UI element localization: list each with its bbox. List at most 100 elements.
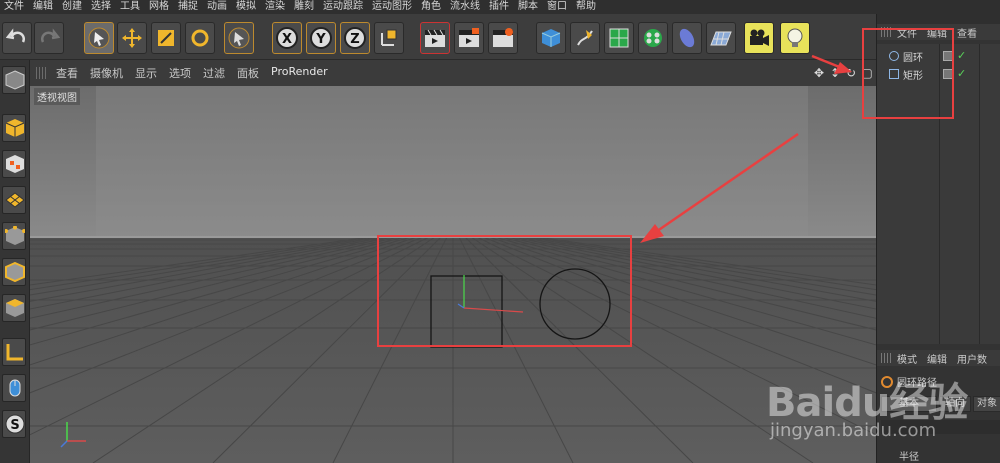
- axis-mode-button[interactable]: [2, 338, 26, 366]
- viewport-menu-item[interactable]: 过滤: [203, 65, 225, 81]
- edges-cube-icon: [5, 262, 25, 282]
- svg-text:X: X: [282, 32, 292, 47]
- bend-deformer-icon: [679, 28, 695, 48]
- camera-icon: [750, 29, 769, 46]
- move-tool[interactable]: [117, 22, 147, 54]
- model-mode-button[interactable]: [2, 114, 26, 142]
- menu-item[interactable]: 网格: [145, 0, 174, 14]
- polygons-mode-button[interactable]: [2, 294, 26, 322]
- menu-item[interactable]: 工具: [116, 0, 145, 14]
- live-select-tool[interactable]: [84, 22, 114, 54]
- camera-object-button[interactable]: [744, 22, 774, 54]
- deformer-button[interactable]: [672, 22, 702, 54]
- main-toolbar: X Y Z: [0, 14, 876, 60]
- menu-item[interactable]: 窗口: [543, 0, 572, 14]
- clapper-gear-icon: [493, 28, 513, 47]
- cursor-icon: [228, 27, 250, 49]
- undo-icon: [6, 28, 25, 43]
- menu-item[interactable]: 帮助: [572, 0, 601, 14]
- viewport-menu-item[interactable]: 显示: [135, 65, 157, 81]
- menu-item[interactable]: 渲染: [261, 0, 290, 14]
- render-settings-button[interactable]: [488, 22, 518, 54]
- rotate-view-icon[interactable]: ↻: [844, 66, 858, 80]
- render-view-button[interactable]: [420, 22, 450, 54]
- editable-mesh-icon: [5, 70, 25, 90]
- undo-button[interactable]: [2, 22, 32, 54]
- rotate-tool[interactable]: [185, 22, 215, 54]
- viewport-menu-item[interactable]: 选项: [169, 65, 191, 81]
- objects-menu-item[interactable]: 查看: [957, 25, 977, 40]
- menu-item[interactable]: 角色: [417, 0, 446, 14]
- viewport-menu-item[interactable]: ProRender: [271, 65, 328, 81]
- y-axis-icon: Y: [310, 27, 332, 49]
- pan-view-icon[interactable]: ✥: [812, 66, 826, 80]
- recent-tool[interactable]: [224, 22, 254, 54]
- rotate-icon: [191, 29, 209, 47]
- dolly-view-icon[interactable]: ↕: [828, 66, 842, 80]
- mouse-icon: [9, 379, 21, 397]
- model-cube-icon: [5, 119, 25, 137]
- safe-frame: [96, 86, 808, 239]
- coordinate-system-button[interactable]: [374, 22, 404, 54]
- menu-item[interactable]: 编辑: [29, 0, 58, 14]
- viewport-menu-item[interactable]: 摄像机: [90, 65, 123, 81]
- baidu-watermark: Baidu经验 jingyan.baidu.com: [756, 360, 996, 460]
- pen-icon: [577, 30, 593, 46]
- snap-s-icon: S: [5, 414, 25, 434]
- viewport-menu-item[interactable]: 面板: [237, 65, 259, 81]
- redo-button[interactable]: [34, 22, 64, 54]
- clapper-play-icon: [459, 28, 479, 47]
- tweak-mode-button[interactable]: [2, 374, 26, 402]
- cube-object-button[interactable]: [536, 22, 566, 54]
- light-bulb-icon: [787, 28, 803, 47]
- panel-grip-icon: [36, 67, 48, 79]
- menu-item[interactable]: 运动跟踪: [319, 0, 368, 14]
- menu-item[interactable]: 脚本: [514, 0, 543, 14]
- cloner-icon: [644, 29, 662, 47]
- redo-icon: [41, 28, 60, 43]
- menu-item[interactable]: 雕刻: [290, 0, 319, 14]
- polygons-cube-icon: [6, 299, 24, 317]
- cloner-button[interactable]: [638, 22, 668, 54]
- menu-item[interactable]: 流水线: [446, 0, 485, 14]
- workplane-grid-icon: [5, 192, 25, 208]
- svg-text:Z: Z: [350, 32, 359, 47]
- svg-text:S: S: [10, 418, 19, 433]
- texture-mode-button[interactable]: [2, 150, 26, 178]
- light-object-button[interactable]: [780, 22, 810, 54]
- menu-item[interactable]: 动画: [203, 0, 232, 14]
- pen-spline-button[interactable]: [570, 22, 600, 54]
- snap-button[interactable]: S: [2, 410, 26, 438]
- annotation-box-objects: [862, 28, 954, 119]
- scale-icon: [158, 30, 174, 46]
- svg-text:Y: Y: [315, 32, 326, 47]
- menu-item[interactable]: 运动图形: [368, 0, 417, 14]
- move-arrows-icon: [122, 28, 142, 48]
- menu-item[interactable]: 插件: [485, 0, 514, 14]
- cursor-select-icon: [88, 27, 110, 49]
- enabled-check-icon[interactable]: ✓: [957, 68, 967, 79]
- menu-item[interactable]: 模拟: [232, 0, 261, 14]
- make-editable-button[interactable]: [2, 66, 26, 94]
- points-cube-icon: [5, 226, 25, 245]
- render-picture-viewer-button[interactable]: [454, 22, 484, 54]
- menu-item[interactable]: 文件: [0, 0, 29, 14]
- z-axis-icon: Z: [344, 27, 366, 49]
- annotation-box-viewport: [377, 235, 632, 347]
- menu-item[interactable]: 创建: [58, 0, 87, 14]
- viewport-title: 透视视图: [34, 88, 80, 105]
- workplane-mode-button[interactable]: [2, 186, 26, 214]
- menu-item[interactable]: 选择: [87, 0, 116, 14]
- viewport-menu-item[interactable]: 查看: [56, 65, 78, 81]
- z-axis-lock[interactable]: Z: [340, 22, 370, 54]
- edges-mode-button[interactable]: [2, 258, 26, 286]
- enabled-check-icon[interactable]: ✓: [957, 50, 967, 61]
- floor-object-button[interactable]: [706, 22, 736, 54]
- points-mode-button[interactable]: [2, 222, 26, 250]
- menu-item[interactable]: 捕捉: [174, 0, 203, 14]
- x-axis-lock[interactable]: X: [272, 22, 302, 54]
- subdivision-surface-button[interactable]: [604, 22, 634, 54]
- mode-toolbar: S: [0, 60, 30, 463]
- y-axis-lock[interactable]: Y: [306, 22, 336, 54]
- scale-tool[interactable]: [151, 22, 181, 54]
